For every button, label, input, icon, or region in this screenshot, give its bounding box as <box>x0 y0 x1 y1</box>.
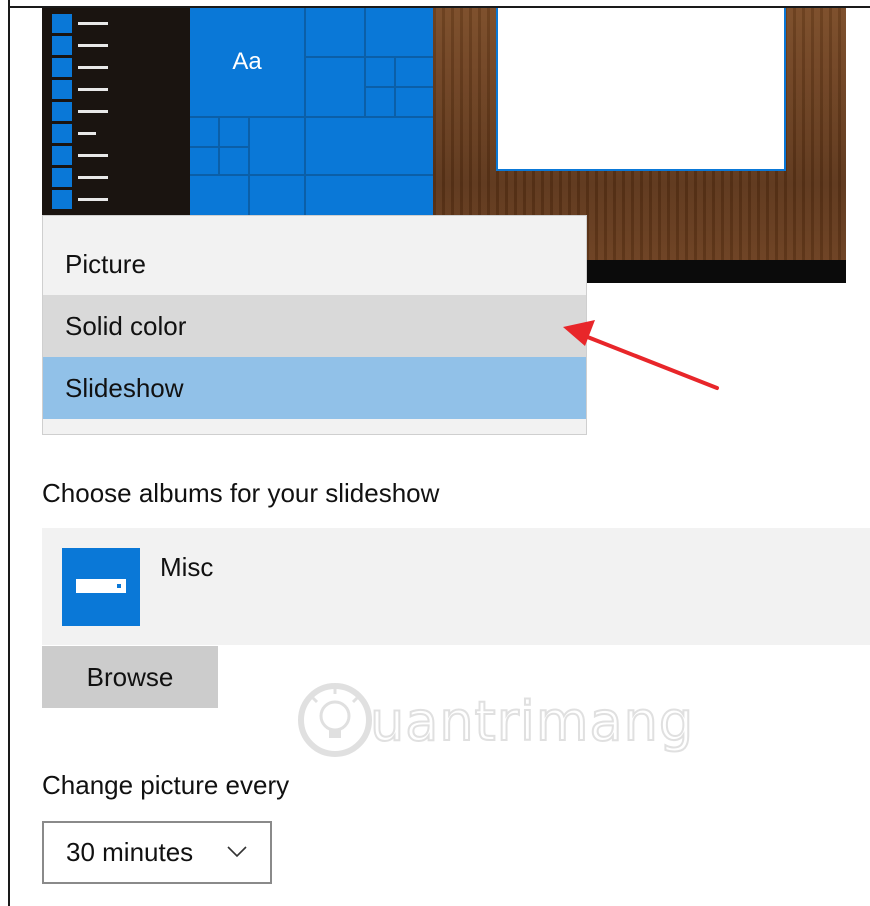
tile-aa-label: Aa <box>232 48 262 75</box>
interval-heading: Change picture every <box>42 770 290 800</box>
option-solid-color[interactable]: Solid color <box>43 295 586 357</box>
tile-divider <box>364 8 366 116</box>
app-list-line <box>78 22 108 25</box>
tile-divider <box>218 118 220 174</box>
album-item[interactable]: Misc <box>42 528 870 645</box>
tile-divider <box>248 118 250 218</box>
tile-divider <box>190 116 433 118</box>
app-list-line <box>78 44 108 47</box>
app-list-line <box>78 198 108 201</box>
tile-divider <box>394 58 396 116</box>
app-list-tile <box>52 80 72 99</box>
app-list-tile <box>52 146 72 165</box>
start-tiles: Aa <box>190 8 433 218</box>
window-frame-left <box>8 0 10 906</box>
app-list-line <box>78 88 108 91</box>
app-list-line <box>78 132 96 135</box>
tile-divider <box>306 56 433 58</box>
app-list-tile <box>52 190 72 209</box>
folder-icon <box>62 548 140 626</box>
chevron-down-icon <box>227 846 247 858</box>
albums-heading: Choose albums for your slideshow <box>42 478 440 508</box>
app-list-tile <box>52 14 72 33</box>
app-list-tile <box>52 168 72 187</box>
bulb-logo-icon <box>298 683 372 757</box>
app-list-line <box>78 176 108 179</box>
tile-divider <box>366 86 433 88</box>
app-list-line <box>78 66 108 69</box>
tile-divider <box>304 8 306 218</box>
app-list-tile <box>52 124 72 143</box>
browse-button[interactable]: Browse <box>42 646 218 708</box>
app-list-tile <box>52 102 72 121</box>
option-slideshow[interactable]: Slideshow <box>43 357 586 419</box>
app-list-line <box>78 110 108 113</box>
interval-select[interactable]: 30 minutes <box>42 821 272 884</box>
annotation-arrow-icon <box>563 320 719 390</box>
option-picture[interactable]: Picture <box>43 234 586 294</box>
app-list-tile <box>52 58 72 77</box>
interval-value: 30 minutes <box>66 837 194 867</box>
watermark-logo: uantrimang <box>295 674 725 774</box>
app-list-tile <box>52 36 72 55</box>
start-menu-strip <box>42 8 190 218</box>
app-list-line <box>78 154 108 157</box>
preview-window <box>496 8 786 171</box>
album-name: Misc <box>160 552 214 582</box>
watermark-text: uantrimang <box>369 689 695 754</box>
tile-divider <box>190 174 433 176</box>
background-type-dropdown[interactable]: Picture Solid color Slideshow <box>42 215 587 435</box>
